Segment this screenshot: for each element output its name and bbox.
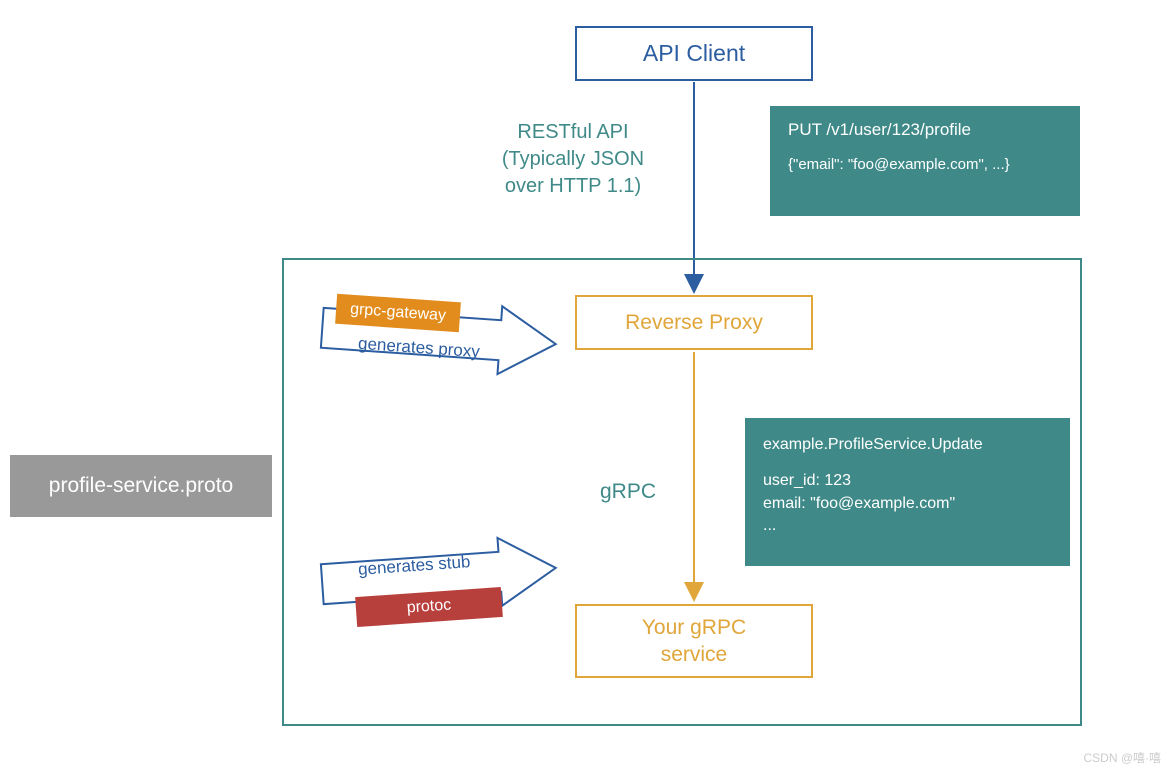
rest-body-line: {"email": "foo@example.com", ...} — [788, 156, 1010, 173]
grpc-service-node: Your gRPC service — [575, 604, 813, 678]
proto-file-label: profile-service.proto — [49, 474, 233, 498]
grpc-method: example.ProfileService.Update — [763, 434, 983, 456]
rest-payload-box: PUT /v1/user/123/profile {"email": "foo@… — [770, 106, 1080, 216]
reverse-proxy-node: Reverse Proxy — [575, 295, 813, 350]
grpc-field-email: email: "foo@example.com" — [763, 493, 955, 515]
grpc-edge-label: gRPC — [600, 480, 656, 504]
api-client-node: API Client — [575, 26, 813, 81]
reverse-proxy-label: Reverse Proxy — [625, 311, 763, 335]
api-client-label: API Client — [643, 40, 745, 67]
grpc-field-ellipsis: ... — [763, 515, 776, 537]
grpc-field-userid: user_id: 123 — [763, 470, 851, 492]
proto-file-node: profile-service.proto — [10, 455, 272, 517]
rest-request-line: PUT /v1/user/123/profile — [788, 120, 971, 140]
watermark: CSDN @嘻·嘻 — [1083, 749, 1161, 766]
rest-edge-label: RESTful API (Typically JSON over HTTP 1.… — [453, 119, 693, 200]
grpc-payload-box: example.ProfileService.Update user_id: 1… — [745, 418, 1070, 566]
